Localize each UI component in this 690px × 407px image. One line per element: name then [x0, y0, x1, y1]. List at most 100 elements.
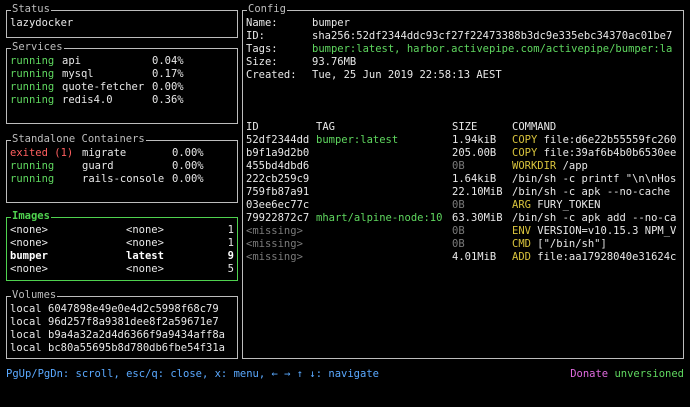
keybinding-hint: PgUp/PgDn: scroll, esc/q: close, x: menu… — [6, 368, 379, 380]
service-cpu: 0.00% — [152, 81, 184, 93]
image-count: 5 — [227, 263, 234, 275]
history-id: 79922872c7 — [246, 212, 310, 224]
history-header-tag: TAG — [316, 121, 335, 133]
config-field-label: ID: — [246, 30, 265, 42]
volume-row[interactable]: local b9a4a32a2d4d6366f9a9434aff8a — [10, 329, 234, 342]
history-command-args: VERSION=v10.15.3 NPM_V — [530, 225, 677, 237]
history-row: 759fb87a91 22.10MiB/bin/sh -c apk --no-ca… — [246, 186, 680, 199]
container-row[interactable]: running guard 0.00% — [10, 160, 234, 173]
history-row: <missing> 0B ENV VERSION=v10.15.3 NPM_V — [246, 225, 680, 238]
history-size: 0B — [452, 199, 465, 211]
history-size: 0B — [452, 238, 465, 250]
history-command: COPY file:d6e22b55559fc260 — [512, 134, 680, 147]
volume-name: 96d257f8a9381dee8f2a59671e7 — [48, 316, 219, 328]
history-id: <missing> — [246, 238, 303, 250]
history-command: WORKDIR /app — [512, 160, 680, 173]
service-name: redis4.0 — [62, 94, 113, 106]
image-row[interactable]: <none> <none> 1 — [10, 237, 234, 250]
services-panel-title: Services — [11, 41, 64, 54]
config-spacer — [246, 95, 680, 108]
history-command-keyword: ARG — [512, 199, 531, 211]
volume-row[interactable]: local 96d257f8a9381dee8f2a59671e7 — [10, 316, 234, 329]
config-field-value: bumper:latest, harbor.activepipe.com/act… — [312, 43, 673, 55]
service-row[interactable]: running mysql 0.17% — [10, 68, 234, 81]
config-field-label: Created: — [246, 69, 297, 81]
volume-name: bc80a55695b8d780db6fbe54f31a — [48, 342, 226, 354]
container-name: migrate — [82, 147, 127, 159]
volume-driver: local — [10, 342, 42, 354]
service-row[interactable]: running quote-fetcher 0.00% — [10, 81, 234, 94]
config-field: Tags: bumper:latest, harbor.activepipe.co… — [246, 43, 680, 56]
container-cpu: 0.00% — [172, 173, 204, 185]
history-command: /bin/sh -c printf "\n\nHos — [512, 173, 680, 186]
history-row: b9f1a9d2b0 205.00B COPY file:39af6b4b0b653… — [246, 147, 680, 160]
donate-link[interactable]: Donate — [570, 368, 608, 380]
config-panel[interactable]: Config Name: bumper ID: sha256:52df2344ddc9… — [242, 3, 684, 359]
history-command-args: file:39af6b4b0b6530ee — [537, 147, 677, 159]
container-state: exited (1) — [10, 147, 74, 159]
history-command-args: /bin/sh -c apk add --no-ca — [512, 212, 677, 224]
history-size: 1.94kiB — [452, 134, 497, 146]
history-header-command: COMMAND — [512, 121, 557, 133]
image-count: 1 — [227, 224, 234, 236]
image-tag: <none> — [126, 237, 164, 249]
service-name: quote-fetcher — [62, 81, 145, 93]
status-panel[interactable]: Status lazydocker — [6, 3, 238, 38]
service-cpu: 0.04% — [152, 55, 184, 67]
history-tag: mhart/alpine-node:10 — [316, 212, 443, 224]
container-row[interactable]: exited (1) migrate 0.00% — [10, 147, 234, 160]
volume-driver: local — [10, 303, 42, 315]
history-tag: bumper:latest — [316, 134, 399, 146]
image-count: 1 — [227, 237, 234, 249]
standalone-containers-panel[interactable]: Standalone Containers exited (1) migrate 0… — [6, 133, 238, 203]
history-command: ENV VERSION=v10.15.3 NPM_V — [512, 225, 680, 238]
history-command: ARG FURY_TOKEN — [512, 199, 680, 212]
history-command-args: /bin/sh -c apk --no-cache — [512, 186, 671, 198]
history-command-args: file:d6e22b55559fc260 — [537, 134, 677, 146]
image-tag: <none> — [126, 263, 164, 275]
config-field: Size: 93.76MB — [246, 56, 680, 69]
history-id: <missing> — [246, 225, 303, 237]
image-row-selected[interactable]: bumper latest 9 — [10, 250, 234, 263]
config-field-value: bumper — [312, 17, 350, 29]
volumes-panel[interactable]: Volumes local 6047898e49e0e4d2c5998f68c79… — [6, 289, 238, 359]
volume-row[interactable]: local 6047898e49e0e4d2c5998f68c79 — [10, 303, 234, 316]
history-id: b9f1a9d2b0 — [246, 147, 310, 159]
config-field-value: 93.76MB — [312, 56, 357, 68]
standalone-containers-panel-title: Standalone Containers — [11, 133, 146, 146]
history-command-keyword: ADD — [512, 251, 531, 263]
volume-row[interactable]: local bc80a55695b8d780db6fbe54f31a — [10, 342, 234, 355]
history-header-id: ID — [246, 121, 259, 133]
config-spacer — [246, 82, 680, 95]
history-command-args: /app — [556, 160, 588, 172]
services-panel[interactable]: Services running api 0.04% running mysql 0.17… — [6, 41, 238, 124]
volumes-panel-title: Volumes — [11, 289, 58, 302]
history-size: 1.64kiB — [452, 173, 497, 185]
container-state: running — [10, 173, 55, 185]
history-size: 4.01MiB — [452, 251, 497, 263]
history-command-keyword: COPY — [512, 147, 538, 159]
image-row[interactable]: <none> <none> 1 — [10, 224, 234, 237]
volume-name: 6047898e49e0e4d2c5998f68c79 — [48, 303, 219, 315]
history-command: CMD ["/bin/sh"] — [512, 238, 680, 251]
history-row: 52df2344dd bumper:latest 1.94kiB COPY file:… — [246, 134, 680, 147]
images-panel[interactable]: Images <none> <none> 1 <none> <none> 1 bumper l… — [6, 210, 238, 281]
container-cpu: 0.00% — [172, 147, 204, 159]
container-name: guard — [82, 160, 114, 172]
history-header: ID TAG SIZE COMMAND — [246, 121, 680, 134]
history-id: 759fb87a91 — [246, 186, 310, 198]
config-field-value: sha256:52df2344ddc93cf27f22473388b3dc9e3… — [312, 30, 673, 42]
config-field: Created: Tue, 25 Jun 2019 22:58:13 AEST — [246, 69, 680, 82]
image-row[interactable]: <none> <none> 5 — [10, 263, 234, 276]
history-command-keyword: COPY — [512, 134, 538, 146]
history-command-args: FURY_TOKEN — [530, 199, 601, 211]
service-name: api — [62, 55, 81, 67]
app-name: lazydocker — [10, 17, 74, 29]
service-row[interactable]: running redis4.0 0.36% — [10, 94, 234, 107]
history-command-keyword: ENV — [512, 225, 531, 237]
history-size: 22.10MiB — [452, 186, 503, 198]
image-tag: <none> — [126, 224, 164, 236]
service-row[interactable]: running api 0.04% — [10, 55, 234, 68]
config-field: ID: sha256:52df2344ddc93cf27f22473388b3dc… — [246, 30, 680, 43]
container-row[interactable]: running rails-console 0.00% — [10, 173, 234, 186]
